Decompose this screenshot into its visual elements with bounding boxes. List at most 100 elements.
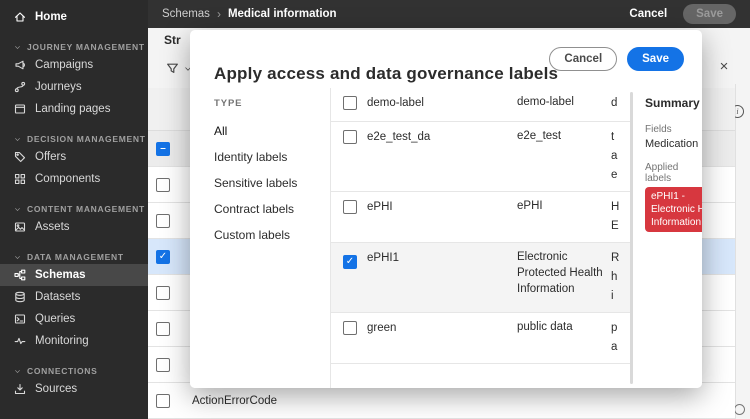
sidebar-item-campaigns[interactable]: Campaigns	[0, 54, 148, 76]
nav-item-label: Offers	[35, 151, 66, 163]
save-button[interactable]: Save	[683, 4, 736, 24]
type-filter-options: AllIdentity labelsSensitive labelsContra…	[214, 118, 330, 248]
status-circle-icon	[734, 404, 745, 415]
label-friendly-name: ePHI1	[367, 249, 517, 268]
sidebar-item-datasets[interactable]: Datasets	[0, 286, 148, 308]
checkbox[interactable]	[343, 200, 357, 214]
checkbox[interactable]	[156, 214, 170, 228]
checkbox[interactable]	[343, 96, 357, 110]
chevron-down-icon	[14, 136, 21, 143]
nav-item-label: Home	[35, 11, 67, 23]
label-row-e2e-test-da[interactable]: e2e_test_dae2e_testtae	[331, 122, 630, 192]
assets-icon	[14, 221, 26, 233]
datasets-icon	[14, 291, 26, 303]
dialog-body: TYPE AllIdentity labelsSensitive labelsC…	[190, 88, 702, 388]
sidebar-item-schemas[interactable]: Schemas	[0, 264, 148, 286]
sidebar-section-connections[interactable]: CONNECTIONS	[0, 364, 148, 378]
nav-item-label: Journeys	[35, 81, 82, 93]
label-definition: pa	[611, 319, 630, 357]
tab-structure[interactable]: Str	[164, 33, 181, 47]
sidebar-nav: Home JOURNEY MANAGEMENTCampaigns Journeys L…	[0, 6, 148, 400]
dialog-cancel-button[interactable]: Cancel	[549, 47, 617, 71]
section-label: CONNECTIONS	[27, 366, 98, 376]
sidebar-item-home[interactable]: Home	[0, 6, 148, 28]
apply-labels-dialog: Apply access and data governance labels …	[190, 30, 702, 388]
filter-option-all[interactable]: All	[214, 118, 330, 144]
summary-fields-label: Fields	[645, 124, 702, 135]
funnel-icon	[166, 62, 179, 75]
nav-item-label: Landing pages	[35, 103, 110, 115]
sidebar-item-offers[interactable]: Offers	[0, 146, 148, 168]
label-friendly-name: demo-label	[367, 94, 517, 113]
labels-table: demo-labeldemo-labelde2e_test_dae2e_test…	[330, 88, 630, 388]
sidebar-section-journey-management[interactable]: JOURNEY MANAGEMENT	[0, 40, 148, 54]
schemas-icon	[14, 269, 26, 281]
checkbox[interactable]	[343, 321, 357, 335]
filter-option-custom-labels[interactable]: Custom labels	[214, 222, 330, 248]
checkbox[interactable]	[156, 286, 170, 300]
cancel-button[interactable]: Cancel	[629, 8, 667, 20]
label-row-green[interactable]: greenpublic datapa	[331, 313, 630, 364]
type-filter-panel: TYPE AllIdentity labelsSensitive labelsC…	[190, 88, 330, 388]
summary-panel: Summary Fields Medication Applied labels…	[633, 88, 702, 388]
filter-option-identity-labels[interactable]: Identity labels	[214, 144, 330, 170]
close-icon[interactable]: ×	[715, 58, 733, 76]
app-root: Home JOURNEY MANAGEMENTCampaigns Journeys L…	[0, 0, 750, 419]
nav-item-label: Monitoring	[35, 335, 89, 347]
checkbox[interactable]: ✓	[343, 255, 357, 269]
nav-item-label: Assets	[35, 221, 70, 233]
section-label: CONTENT MANAGEMENT	[27, 204, 145, 214]
checkbox[interactable]: ✓	[156, 250, 170, 264]
filter-button[interactable]	[166, 62, 192, 75]
label-definition: d	[611, 94, 630, 113]
checkbox[interactable]: –	[156, 142, 170, 156]
label-row-ephi[interactable]: ePHIePHIHE	[331, 192, 630, 243]
offers-icon	[14, 151, 26, 163]
label-friendly-name: e2e_test_da	[367, 128, 517, 147]
sidebar-item-monitoring[interactable]: Monitoring	[0, 330, 148, 352]
checkbox[interactable]	[156, 394, 170, 408]
dialog-save-button[interactable]: Save	[627, 47, 684, 71]
topbar-actions: Cancel Save	[629, 4, 736, 24]
components-icon	[14, 173, 26, 185]
summary-fields: Medication	[645, 138, 702, 150]
label-name: e2e_test	[517, 128, 611, 144]
sidebar-item-components[interactable]: Components	[0, 168, 148, 190]
chevron-down-icon	[14, 206, 21, 213]
label-definition: tae	[611, 128, 630, 185]
applied-label-chip: ePHI1 - Electronic Health Information	[645, 187, 702, 232]
sidebar-item-assets[interactable]: Assets	[0, 216, 148, 238]
checkbox[interactable]	[156, 178, 170, 192]
breadcrumb-root[interactable]: Schemas	[162, 8, 210, 20]
sidebar-item-landing-pages[interactable]: Landing pages	[0, 98, 148, 120]
nav-item-label: Sources	[35, 383, 77, 395]
sidebar-item-queries[interactable]: Queries	[0, 308, 148, 330]
chevron-down-icon	[14, 44, 21, 51]
checkbox[interactable]	[156, 322, 170, 336]
checkbox[interactable]	[156, 358, 170, 372]
type-filter-heading: TYPE	[214, 98, 330, 109]
background-row[interactable]: ActionErrorCode	[148, 383, 735, 419]
nav-item-label: Queries	[35, 313, 75, 325]
sidebar-section-decision-management[interactable]: DECISION MANAGEMENT	[0, 132, 148, 146]
summary-heading: Summary	[645, 96, 702, 110]
landing-pages-icon	[14, 103, 26, 115]
sidebar-section-content-management[interactable]: CONTENT MANAGEMENT	[0, 202, 148, 216]
breadcrumb-separator: ›	[217, 7, 221, 21]
sidebar-item-sources[interactable]: Sources	[0, 378, 148, 400]
chevron-down-icon	[14, 254, 21, 261]
nav-item-label: Components	[35, 173, 100, 185]
label-name: public data	[517, 319, 611, 335]
campaigns-icon	[14, 59, 26, 71]
dialog-actions: Cancel Save	[549, 47, 684, 71]
summary-field: Medication	[645, 138, 702, 150]
label-row-ephi1[interactable]: ✓ePHI1Electronic Protected Health Inform…	[331, 243, 630, 313]
breadcrumb-current: Medical information	[228, 8, 337, 20]
filter-option-contract-labels[interactable]: Contract labels	[214, 196, 330, 222]
sidebar-item-journeys[interactable]: Journeys	[0, 76, 148, 98]
checkbox[interactable]	[343, 130, 357, 144]
filter-option-sensitive-labels[interactable]: Sensitive labels	[214, 170, 330, 196]
nav-item-label: Schemas	[35, 269, 86, 281]
sidebar-section-data-management[interactable]: DATA MANAGEMENT	[0, 250, 148, 264]
label-row-demo-label[interactable]: demo-labeldemo-labeld	[331, 88, 630, 122]
